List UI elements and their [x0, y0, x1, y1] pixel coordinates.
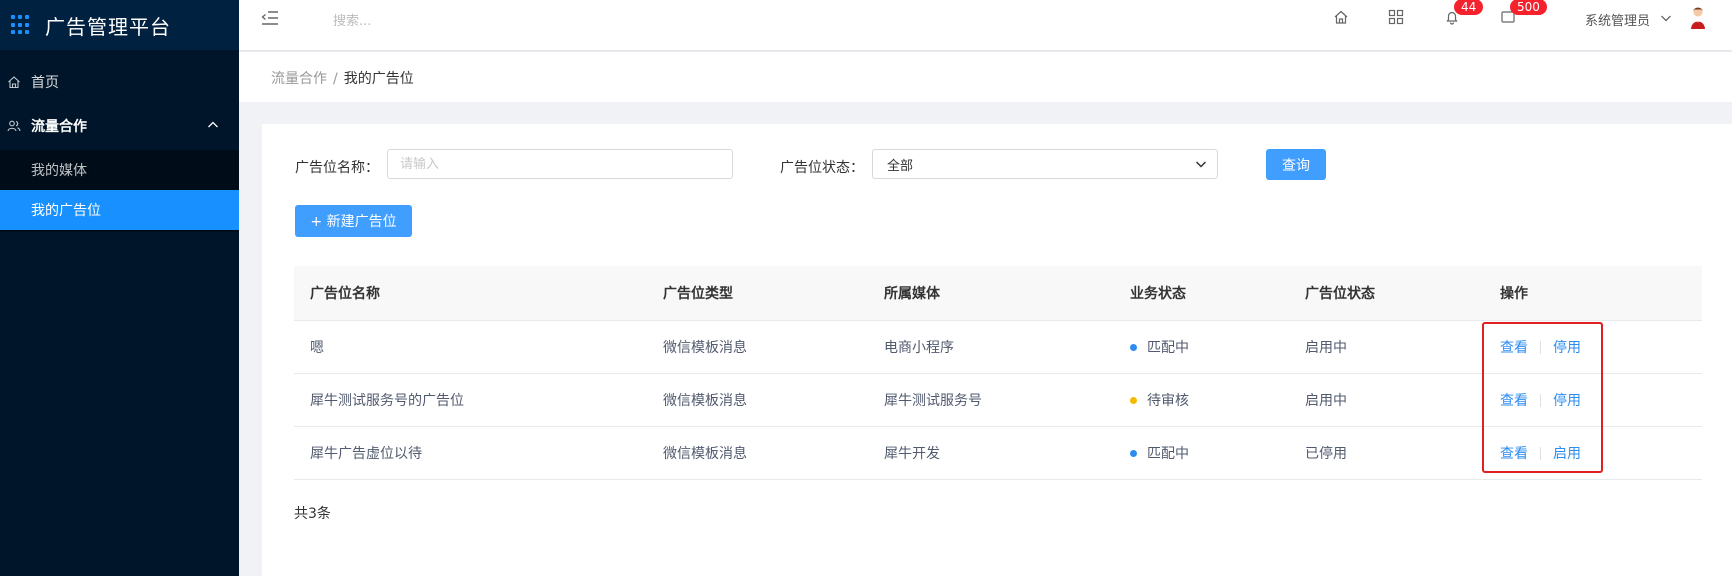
business-status-text: 匹配中: [1147, 340, 1189, 356]
ad-slot-status-cell: 启用中: [1305, 340, 1347, 356]
menu-collapse-icon[interactable]: [261, 9, 279, 31]
status-dot-icon: [1130, 396, 1137, 404]
sidebar-item-home[interactable]: 首页: [0, 60, 239, 104]
media-cell: 犀牛开发: [884, 446, 940, 462]
view-link[interactable]: 查看: [1500, 337, 1528, 357]
sidebar-group-label: 流量合作: [31, 119, 87, 135]
business-status-cell: 匹配中: [1130, 321, 1189, 373]
total-count: 共3条: [294, 506, 331, 522]
apps-grid-icon[interactable]: [1388, 9, 1406, 27]
ad-slot-table: 广告位名称 广告位类型 所属媒体 业务状态 广告位状态 操作 嗯微信模板消息 电商…: [294, 266, 1702, 480]
status-dot-icon: [1130, 343, 1137, 351]
action-divider: [1540, 393, 1541, 407]
bell-icon[interactable]: 44: [1444, 0, 1484, 27]
top-header: 44 500 系统管理员: [239, 0, 1732, 50]
media-cell: 电商小程序: [884, 340, 954, 356]
breadcrumb-current: 我的广告位: [343, 71, 414, 87]
logo-bar: 广告管理平台: [0, 0, 239, 50]
ad-slot-name-cell: 犀牛测试服务号的广告位: [310, 393, 464, 409]
media-cell: 犀牛测试服务号: [884, 393, 982, 409]
ad-slot-status-select[interactable]: 全部: [872, 149, 1218, 179]
app-title: 广告管理平台: [45, 14, 171, 39]
actions-cell: 查看 停用: [1500, 321, 1581, 373]
column-header: 广告位状态: [1305, 286, 1375, 302]
business-status-text: 待审核: [1147, 393, 1189, 409]
home-icon[interactable]: [1333, 9, 1351, 27]
sidebar-item-my-ad-slots[interactable]: 我的广告位: [0, 190, 239, 230]
ad-slot-name-input[interactable]: [387, 149, 733, 179]
column-header: 操作: [1500, 286, 1528, 302]
breadcrumb-bar: 流量合作 / 我的广告位: [239, 52, 1732, 102]
new-ad-slot-button[interactable]: + 新建广告位: [295, 205, 412, 237]
table-row: 犀牛测试服务号的广告位 微信模板消息 犀牛测试服务号 待审核 启用中 查看 停用: [294, 374, 1702, 427]
table-row: 嗯 微信模板消息 电商小程序 匹配中 启用中 查看 停用: [294, 321, 1702, 374]
breadcrumb: 流量合作 / 我的广告位: [271, 68, 414, 88]
ad-slot-status-cell: 启用中: [1305, 393, 1347, 409]
search-input[interactable]: [331, 9, 635, 33]
sidebar-item-my-media[interactable]: 我的媒体: [0, 150, 239, 190]
view-link[interactable]: 查看: [1500, 443, 1528, 463]
ad-slot-type-cell: 微信模板消息: [663, 340, 747, 356]
ad-slot-name-cell: 嗯: [310, 340, 324, 356]
ad-slot-status-label: 广告位状态：: [780, 160, 864, 176]
users-icon: [7, 119, 21, 133]
actions-cell: 查看 启用: [1500, 427, 1581, 479]
actions-cell: 查看 停用: [1500, 374, 1581, 426]
column-header: 所属媒体: [884, 286, 940, 302]
ad-slot-status-cell: 已停用: [1305, 446, 1347, 462]
table-body: 嗯微信模板消息 电商小程序 匹配中 启用中 查看 停用 犀牛测试服务号的广告位 微信模板消息犀…: [294, 321, 1702, 480]
column-header: 广告位类型: [663, 286, 733, 302]
user-name[interactable]: 系统管理员: [1585, 10, 1650, 29]
business-status-cell: 匹配中: [1130, 427, 1189, 479]
ad-slot-name-cell: 犀牛广告虚位以待: [310, 446, 422, 462]
column-header: 业务状态: [1130, 286, 1186, 302]
toggle-status-link[interactable]: 启用: [1553, 443, 1581, 463]
status-dot-icon: [1130, 449, 1137, 457]
ad-slot-type-cell: 微信模板消息: [663, 446, 747, 462]
action-divider: [1540, 446, 1541, 460]
query-button[interactable]: 查询: [1266, 149, 1326, 180]
content-card: 广告位名称： 广告位状态： 全部 查询 + 新建广告位 广告位名称 广告位类型 …: [262, 124, 1732, 576]
notification-count-badge: 44: [1454, 0, 1484, 15]
home-icon: [7, 75, 21, 89]
status-select-value: 全部: [887, 158, 914, 174]
breadcrumb-separator: /: [333, 71, 338, 87]
sidebar-item-label: 首页: [31, 75, 59, 91]
business-status-text: 匹配中: [1147, 446, 1189, 462]
app-grid-icon: [11, 15, 31, 35]
table-row: 犀牛广告虚位以待 微信模板消息 犀牛开发 匹配中 已停用 查看 启用: [294, 427, 1702, 480]
toggle-status-link[interactable]: 停用: [1553, 337, 1581, 357]
breadcrumb-parent[interactable]: 流量合作: [271, 71, 327, 87]
avatar[interactable]: [1686, 5, 1710, 29]
action-divider: [1540, 340, 1541, 354]
ad-slot-type-cell: 微信模板消息: [663, 393, 747, 409]
column-header: 广告位名称: [310, 286, 380, 302]
view-link[interactable]: 查看: [1500, 390, 1528, 410]
chevron-up-icon: [207, 119, 219, 135]
chevron-down-icon: [1195, 158, 1207, 174]
business-status-cell: 待审核: [1130, 374, 1189, 426]
ad-slot-name-label: 广告位名称：: [295, 160, 379, 176]
sidebar: 广告管理平台 首页 流量合作 我的媒体 我的广告位: [0, 0, 239, 576]
message-count-badge: 500: [1510, 0, 1547, 15]
table-header: 广告位名称 广告位类型 所属媒体 业务状态 广告位状态 操作: [294, 266, 1702, 321]
chevron-down-icon[interactable]: [1660, 12, 1672, 28]
message-icon[interactable]: 500: [1500, 0, 1547, 27]
sidebar-group-traffic[interactable]: 流量合作: [0, 104, 239, 148]
toggle-status-link[interactable]: 停用: [1553, 390, 1581, 410]
